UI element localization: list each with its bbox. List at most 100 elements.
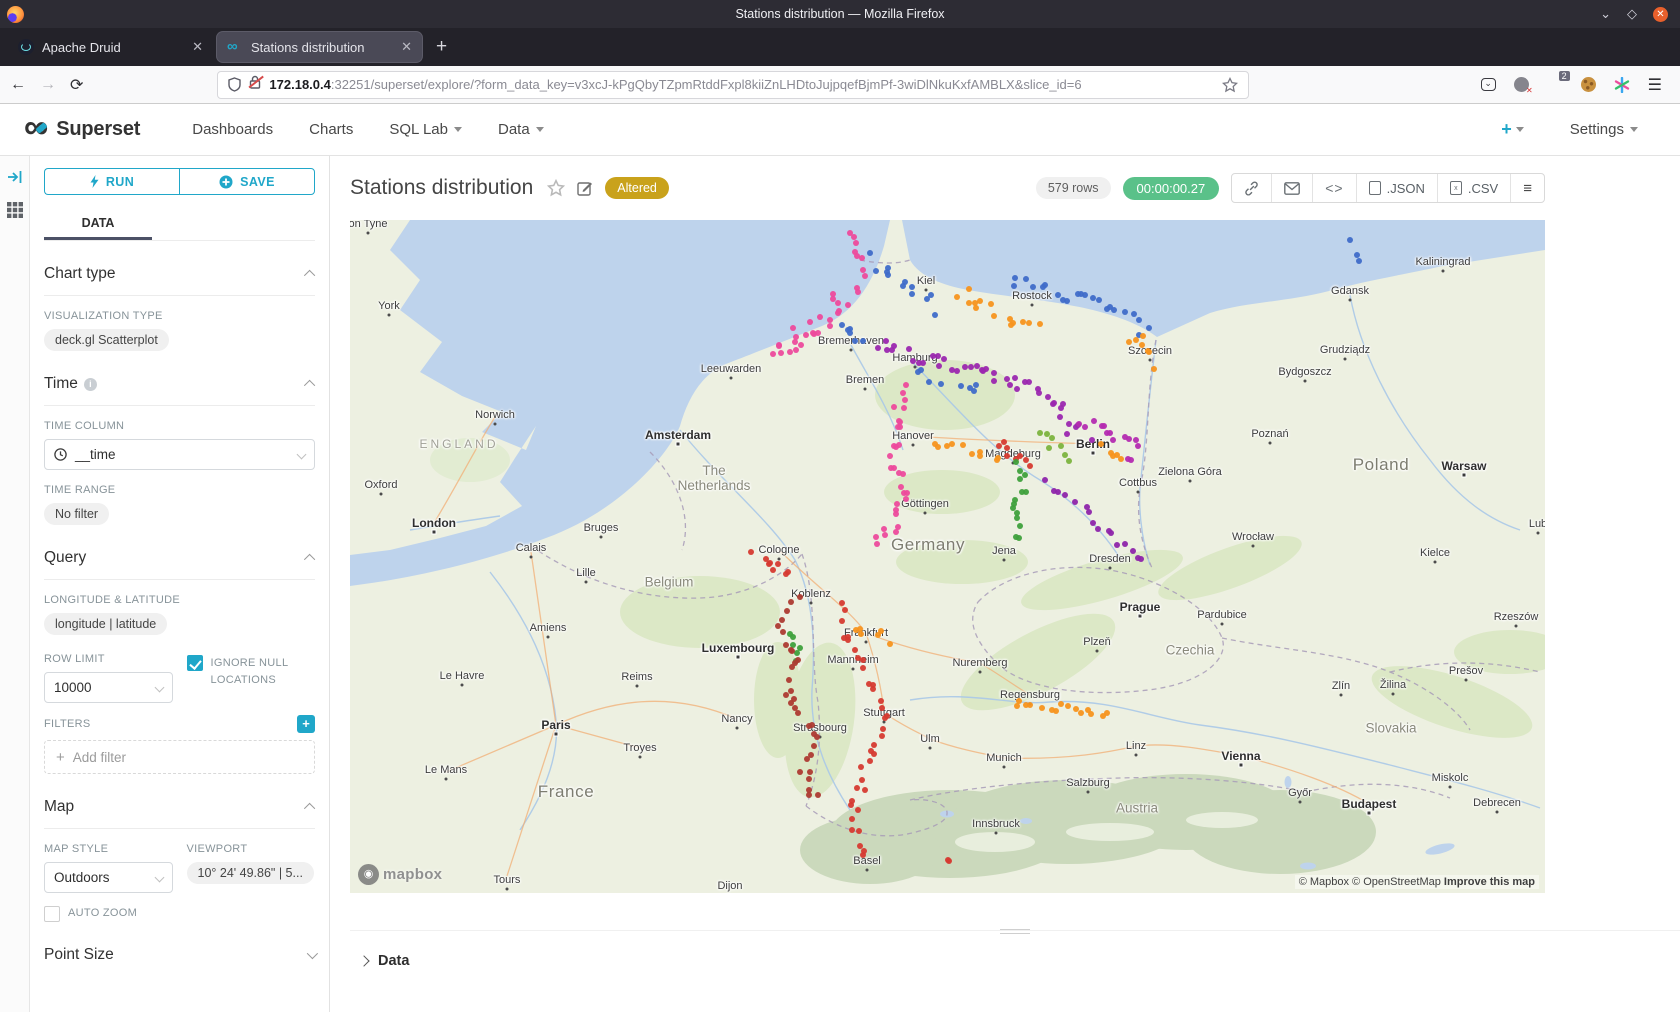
map-label: Rzeszów xyxy=(1494,611,1539,623)
collapse-panel-icon[interactable] xyxy=(7,170,23,184)
map-label: on Tyne xyxy=(350,220,387,230)
spark-extension-icon[interactable] xyxy=(1614,77,1630,93)
improve-map-link[interactable]: Improve this map xyxy=(1444,876,1535,888)
station-point xyxy=(1064,298,1070,304)
city-marker xyxy=(866,869,869,872)
bookmark-star-icon[interactable] xyxy=(1222,77,1238,93)
station-point xyxy=(1098,441,1104,447)
map-label: Poznań xyxy=(1251,428,1288,440)
back-icon[interactable]: ← xyxy=(10,76,26,94)
viz-type-value[interactable]: deck.gl Scatterplot xyxy=(44,329,169,351)
embed-code-button[interactable]: <> xyxy=(1312,174,1355,202)
section-chart-type-header[interactable]: Chart type xyxy=(44,265,315,296)
station-point xyxy=(1026,320,1032,326)
station-point xyxy=(994,457,1000,463)
tab-close-icon[interactable]: ✕ xyxy=(401,39,412,55)
station-point xyxy=(788,599,794,605)
nav-charts[interactable]: Charts xyxy=(309,121,353,138)
altered-badge[interactable]: Altered xyxy=(605,177,669,199)
window-close-icon[interactable]: ✕ xyxy=(1653,7,1668,22)
save-button[interactable]: SAVE xyxy=(179,168,315,195)
nav-dashboards[interactable]: Dashboards xyxy=(192,121,273,138)
station-point xyxy=(904,490,910,496)
reload-icon[interactable]: ⟳ xyxy=(70,75,83,95)
row-limit-select[interactable]: 10000 xyxy=(44,672,173,703)
ignore-null-checkbox[interactable] xyxy=(187,655,203,671)
privacy-extension-icon[interactable] xyxy=(1514,77,1529,92)
capital-marker xyxy=(1091,451,1096,456)
section-query-header[interactable]: Query xyxy=(44,549,315,580)
export-json-button[interactable]: .JSON xyxy=(1356,174,1437,202)
new-item-button[interactable]: + xyxy=(1501,119,1524,140)
deckgl-scatter-map[interactable]: on TyneYorkKielRostockGdanskKaliningradB… xyxy=(350,220,1545,893)
station-point xyxy=(1011,283,1017,289)
south-data-panel: Data xyxy=(350,930,1680,969)
url-text[interactable]: 172.18.0.4:32251/superset/explore/?form_… xyxy=(269,77,1214,92)
export-csv-button[interactable]: x .CSV xyxy=(1437,174,1510,202)
time-range-value[interactable]: No filter xyxy=(44,503,109,525)
cookie-extension-icon[interactable] xyxy=(1581,77,1596,92)
nav-sql-lab[interactable]: SQL Lab xyxy=(389,121,462,138)
tab-close-icon[interactable]: ✕ xyxy=(192,39,203,55)
viewport-label: VIEWPORT xyxy=(187,843,316,855)
resize-drag-handle[interactable] xyxy=(1000,926,1030,937)
map-style-select[interactable]: Outdoors xyxy=(44,862,173,893)
menu-icon[interactable]: ☰ xyxy=(1648,75,1662,95)
section-point-size-header[interactable]: Point Size xyxy=(44,946,315,976)
tab-stations-distribution[interactable]: ∞ Stations distribution ✕ xyxy=(217,32,422,62)
auto-zoom-checkbox[interactable] xyxy=(44,906,60,922)
shield-icon[interactable] xyxy=(228,77,241,92)
city-marker xyxy=(865,641,868,644)
lonlat-value[interactable]: longitude | latitude xyxy=(44,613,167,635)
station-point xyxy=(900,390,906,396)
nav-settings[interactable]: Settings xyxy=(1570,121,1638,138)
forward-icon[interactable]: → xyxy=(40,76,56,94)
add-filter-box[interactable]: + Add filter xyxy=(44,740,315,774)
capital-marker xyxy=(1239,763,1244,768)
mapbox-logo[interactable]: ◉ mapbox xyxy=(358,864,442,885)
station-point xyxy=(960,442,966,448)
time-column-select[interactable]: __time xyxy=(44,439,315,470)
station-point xyxy=(859,777,865,783)
add-filter-plus-button[interactable]: + xyxy=(297,715,315,733)
station-point xyxy=(1027,702,1033,708)
tab-apache-druid[interactable]: Apache Druid ✕ xyxy=(8,32,213,62)
favorite-star-icon[interactable] xyxy=(547,179,565,197)
station-point xyxy=(803,332,809,338)
window-maximize-icon[interactable]: ◇ xyxy=(1627,6,1637,22)
station-point xyxy=(1096,297,1102,303)
window-shade-icon[interactable]: ⌄ xyxy=(1600,6,1611,22)
email-button[interactable] xyxy=(1271,174,1312,202)
station-point xyxy=(1045,394,1051,400)
copy-link-button[interactable] xyxy=(1232,174,1271,202)
new-tab-button[interactable]: + xyxy=(424,36,459,58)
data-collapse-row[interactable]: Data xyxy=(350,931,1680,969)
station-point xyxy=(900,471,906,477)
insecure-lock-icon[interactable] xyxy=(249,75,261,94)
map-label: Bremen xyxy=(846,374,885,386)
viewport-value[interactable]: 10° 24' 49.86" | 5... xyxy=(187,862,314,884)
info-icon: i xyxy=(84,378,97,391)
superset-logo[interactable]: ∞ Superset xyxy=(24,115,140,145)
edit-properties-icon[interactable] xyxy=(577,180,593,196)
pocket-icon[interactable]: ⌄ xyxy=(1481,78,1496,91)
run-button[interactable]: RUN xyxy=(44,168,179,195)
section-map-header[interactable]: Map xyxy=(44,798,315,829)
tab-data[interactable]: DATA xyxy=(44,207,152,240)
dataset-grid-icon[interactable] xyxy=(7,202,23,218)
station-point xyxy=(1062,492,1068,498)
city-marker xyxy=(1135,754,1138,757)
city-marker xyxy=(778,558,781,561)
ublock-extension-icon[interactable]: 2 xyxy=(1547,77,1563,93)
station-point xyxy=(815,792,821,798)
station-point xyxy=(870,686,876,692)
query-timer-badge: 00:00:00.27 xyxy=(1123,177,1220,200)
nav-data[interactable]: Data xyxy=(498,121,544,138)
more-actions-button[interactable]: ≡ xyxy=(1510,174,1544,202)
station-point xyxy=(1012,375,1018,381)
section-time-header[interactable]: Timei xyxy=(44,375,315,406)
chart-title: Stations distribution xyxy=(350,176,533,200)
url-bar[interactable]: 172.18.0.4:32251/superset/explore/?form_… xyxy=(217,71,1249,99)
station-point xyxy=(887,641,893,647)
station-point xyxy=(891,343,897,349)
